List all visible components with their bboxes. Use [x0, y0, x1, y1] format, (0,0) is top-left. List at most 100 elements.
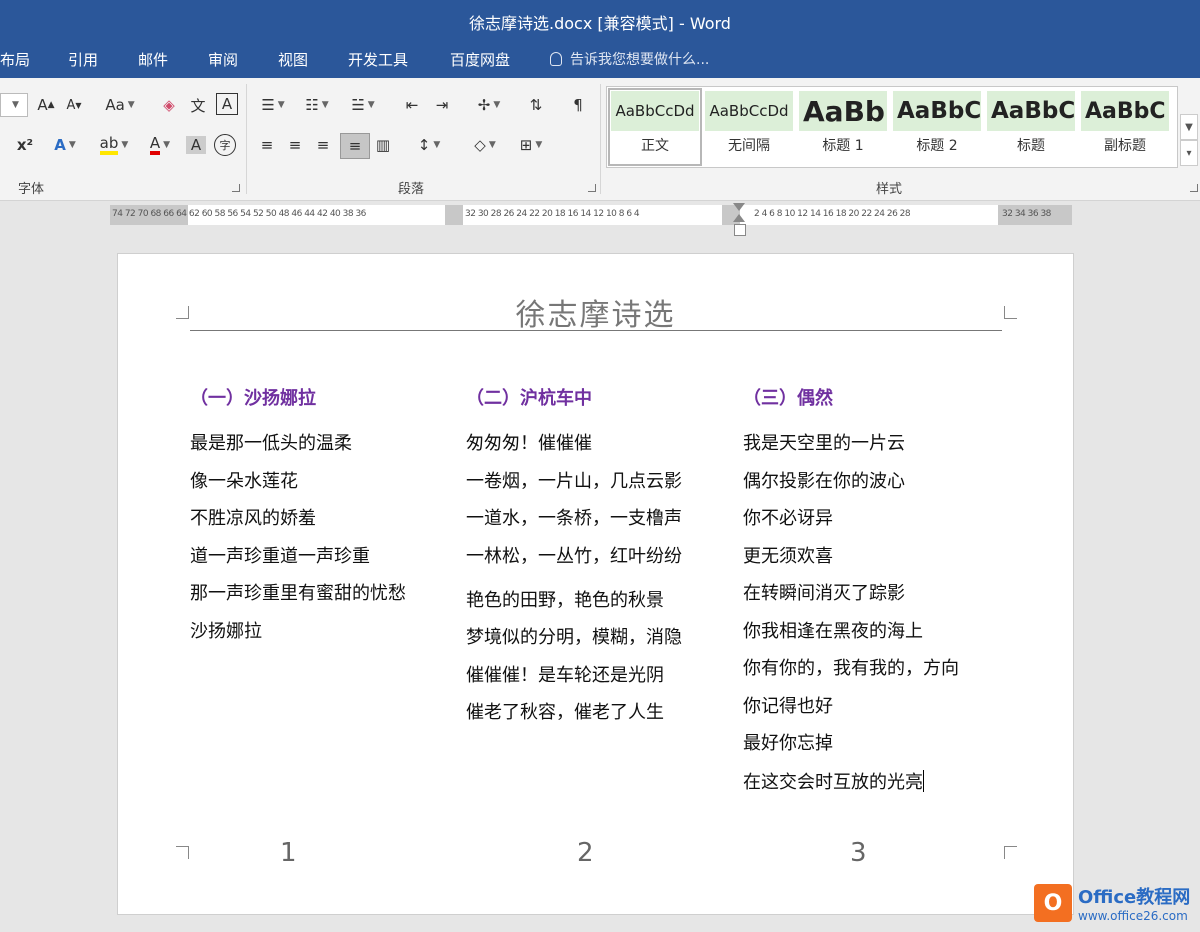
text-cursor [923, 769, 924, 792]
style-title[interactable]: AaBbC 标题 [987, 91, 1075, 163]
poem-column-3: （三）偶然 我是天空里的一片云 偶尔投影在你的波心 你不必讶异 更无须欢喜 在转… [743, 384, 1013, 808]
highlight-color-button[interactable]: ab ▼ [94, 133, 134, 157]
tab-mailings[interactable]: 邮件 [138, 49, 168, 70]
column-number: 2 [577, 838, 594, 868]
document-title: 徐志摩诗选 [515, 298, 676, 333]
lightbulb-icon [550, 52, 562, 66]
styles-group-label: 样式 [876, 182, 903, 197]
phonetic-guide-button[interactable]: 文 [187, 93, 209, 117]
ruler-numbers: 32 30 28 26 24 22 20 18 16 14 12 10 8 6 … [465, 209, 640, 219]
poem-line: 不胜凉风的娇羞 [190, 508, 316, 529]
sort-icon[interactable]: ⇅ [524, 93, 548, 117]
styles-dialog-launcher-icon[interactable] [1190, 184, 1198, 192]
tab-layout[interactable]: 布局 [0, 49, 30, 70]
align-left-icon[interactable]: ≡ [256, 133, 278, 157]
character-border-button[interactable]: A [216, 93, 238, 115]
poem-line: 最好你忘掉 [743, 733, 833, 754]
distributed-icon[interactable]: ▥ [372, 133, 394, 157]
poem-column-2: （二）沪杭车中 匆匆匆！催催催 一卷烟，一片山，几点云影 一道水，一条桥，一支橹… [466, 384, 736, 739]
ruler-column-gap [445, 205, 463, 225]
shrink-font-button[interactable]: A ▼ [64, 93, 84, 117]
margin-corner-mark [176, 846, 189, 859]
borders-icon[interactable]: ⊞ ▼ [512, 133, 550, 157]
poem-line: 梦境似的分明，模糊，消隐 [466, 627, 682, 648]
font-color-button[interactable]: A ▼ [140, 133, 180, 157]
ribbon: ▼ A ▲ A ▼ Aa ▼ ◈ 文 A x² A ▼ ab ▼ A ▼ A 字 字体 ☰ ▼… [0, 78, 1200, 201]
poem-line: 更无须欢喜 [743, 545, 833, 567]
tell-me-text: 告诉我您想要做什么... [570, 52, 710, 68]
watermark-url: www.office26.com [1078, 909, 1188, 923]
group-separator [600, 84, 601, 194]
poem-line: 你有你的，我有我的，方向 [743, 658, 959, 679]
grow-font-button[interactable]: A ▲ [36, 93, 56, 117]
poem-line: 一卷烟，一片山，几点云影 [466, 470, 682, 492]
tab-view[interactable]: 视图 [278, 49, 308, 70]
office-logo-icon: O [1034, 884, 1072, 922]
poem-line: 最是那一低头的温柔 [190, 433, 352, 454]
style-normal[interactable]: AaBbCcDd 正文 [608, 88, 702, 166]
font-size-dropdown[interactable]: ▼ [0, 93, 28, 117]
poem-line: 一林松，一丛竹，红叶纷纷 [466, 545, 682, 567]
site-watermark: O Office教程网 www.office26.com [1034, 883, 1190, 923]
tab-baidu-netdisk[interactable]: 百度网盘 [450, 49, 510, 70]
line-spacing-icon[interactable]: ↕ ▼ [410, 133, 448, 157]
decrease-indent-icon[interactable]: ⇤ [400, 93, 424, 117]
align-right-icon[interactable]: ≡ [312, 133, 334, 157]
menu-bar: 布局 引用 邮件 审阅 视图 开发工具 百度网盘 告诉我您想要做什么... [0, 40, 1200, 78]
ruler-numbers: 74 72 70 68 66 64 62 60 58 56 54 52 50 4… [112, 209, 366, 219]
column-number: 3 [850, 838, 867, 868]
poem-line: 你记得也好 [743, 695, 833, 717]
enclose-characters-button[interactable]: 字 [214, 134, 236, 156]
style-subtitle[interactable]: AaBbC 副标题 [1081, 91, 1169, 163]
font-dialog-launcher-icon[interactable] [232, 184, 240, 192]
poem-line: 催老了秋容，催老了人生 [466, 702, 664, 723]
tab-developer[interactable]: 开发工具 [348, 49, 408, 70]
column-number: 1 [280, 838, 297, 868]
poem-line: 在转瞬间消灭了踪影 [743, 583, 905, 604]
group-separator [246, 84, 247, 194]
shading-icon[interactable]: ◇ ▼ [466, 133, 504, 157]
numbering-icon[interactable]: ☷ ▼ [300, 93, 334, 117]
paragraph-dialog-launcher-icon[interactable] [588, 184, 596, 192]
character-shading-button[interactable]: A [186, 136, 206, 154]
ruler-numbers: 32 34 36 38 [1002, 209, 1051, 219]
first-line-indent-marker[interactable] [733, 203, 745, 211]
paragraph-group-label: 段落 [398, 182, 425, 197]
increase-indent-icon[interactable]: ⇥ [430, 93, 454, 117]
style-heading-2[interactable]: AaBbC 标题 2 [893, 91, 981, 163]
chinese-layout-icon[interactable]: ✢ ▼ [470, 93, 508, 117]
poem-line: 我是天空里的一片云 [743, 433, 905, 454]
style-no-spacing[interactable]: AaBbCcDd 无间隔 [705, 91, 793, 163]
horizontal-ruler[interactable]: 74 72 70 68 66 64 62 60 58 56 54 52 50 4… [110, 205, 1072, 225]
style-heading-1[interactable]: AaBb 标题 1 [799, 91, 887, 163]
poem-line: 偶尔投影在你的波心 [743, 470, 905, 492]
poem-line: 那一声珍重里有蜜甜的忧愁 [190, 583, 406, 604]
title-bar: 徐志摩诗选.docx [兼容模式] - Word [0, 0, 1200, 40]
poem-line: 道一声珍重道一声珍重 [190, 545, 370, 567]
poem-line-text: 在这交会时互放的光亮 [743, 771, 923, 793]
left-indent-marker[interactable] [734, 224, 746, 236]
bullets-icon[interactable]: ☰ ▼ [256, 93, 290, 117]
poem-line: 匆匆匆！催催催 [466, 433, 592, 454]
document-page[interactable]: 徐志摩诗选 （一）沙扬娜拉 最是那一低头的温柔 像一朵水莲花 不胜凉风的娇羞 道… [117, 253, 1074, 915]
poem-line: 像一朵水莲花 [190, 470, 298, 492]
justify-icon[interactable]: ≡ [340, 133, 370, 159]
tab-review[interactable]: 审阅 [208, 49, 238, 70]
gallery-scroll-down-icon[interactable]: ▼ [1180, 114, 1198, 140]
poem-line: 催催催！是车轮还是光阴 [466, 664, 664, 686]
poem-line: 沙扬娜拉 [190, 620, 262, 642]
poem-line: 艳色的田野，艳色的秋景 [466, 589, 664, 611]
clear-formatting-icon[interactable]: ◈ [158, 93, 180, 117]
gallery-more-icon[interactable]: ▾ [1180, 140, 1198, 166]
window-title: 徐志摩诗选.docx [兼容模式] - Word [469, 14, 731, 33]
multilevel-list-icon[interactable]: ☱ ▼ [344, 93, 382, 117]
text-effects-button[interactable]: A ▼ [50, 133, 80, 157]
align-center-icon[interactable]: ≡ [284, 133, 306, 157]
poem-line: 一道水，一条桥，一支橹声 [466, 508, 682, 529]
change-case-button[interactable]: Aa ▼ [102, 93, 138, 117]
hanging-indent-marker[interactable] [733, 214, 745, 222]
superscript-button[interactable]: x² [12, 133, 38, 157]
tell-me-search[interactable]: 告诉我您想要做什么... [550, 49, 709, 69]
tab-references[interactable]: 引用 [68, 49, 98, 70]
show-marks-icon[interactable]: ¶ [566, 93, 590, 117]
